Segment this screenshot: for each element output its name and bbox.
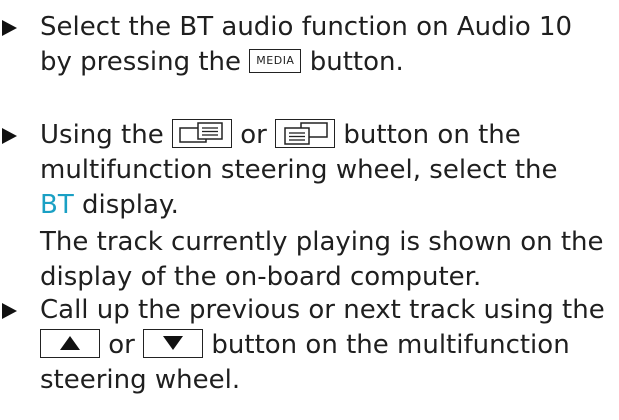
instruction-step-1: Select the BT audio function on Audio 10… <box>0 10 600 80</box>
down-arrow-button-icon <box>143 329 204 358</box>
step-2-line-3-end: display. <box>81 190 179 220</box>
step-bullet-icon <box>2 10 28 45</box>
step-2-line-1-start: Using the <box>40 120 164 150</box>
page-forward-button-icon <box>275 119 336 148</box>
step-bullet-icon <box>2 293 28 328</box>
step-2-line-2: multifunction steering wheel, select the <box>40 155 558 185</box>
step-bullet-icon <box>2 118 28 153</box>
step-2-line-1-end: button on the <box>343 120 521 150</box>
media-button-icon: MEDIA <box>249 48 302 73</box>
step-2-note-line-1: The track currently playing is shown on … <box>40 227 604 257</box>
instruction-step-2: Using the or button on the multifunction… <box>0 118 604 295</box>
step-1-line-2-end: button. <box>309 47 404 77</box>
page-back-button-icon <box>171 119 232 148</box>
step-3-line-3: steering wheel. <box>40 365 241 395</box>
step-3-line-2-or: or <box>108 330 135 360</box>
step-2-note-line-2: display of the on-board computer. <box>40 262 482 292</box>
instruction-step-3: Call up the previous or next track using… <box>0 293 605 398</box>
step-3-line-2-end: button on the multifunction <box>211 330 570 360</box>
up-arrow-button-icon <box>40 329 100 358</box>
step-1-line-2-text: by pressing the <box>40 47 242 77</box>
instruction-page: Select the BT audio function on Audio 10… <box>0 0 619 420</box>
step-1-line-1: Select the BT audio function on Audio 10 <box>40 12 573 42</box>
step-2-line-1-or: or <box>240 120 267 150</box>
step-3-line-1: Call up the previous or next track using… <box>40 295 605 325</box>
bt-display-name: BT <box>40 190 74 220</box>
